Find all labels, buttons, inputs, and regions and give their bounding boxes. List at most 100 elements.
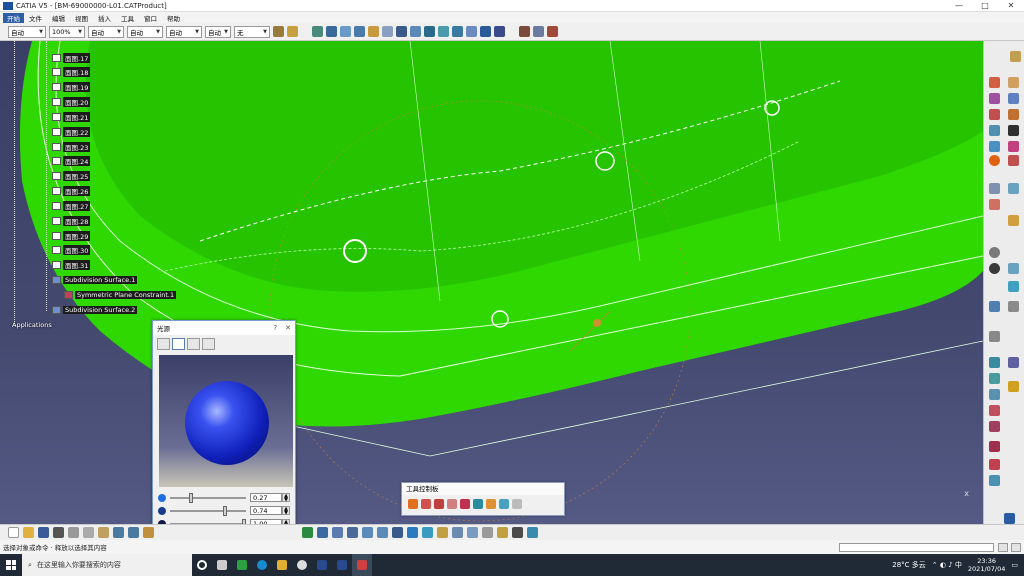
redo-icon[interactable] xyxy=(128,527,139,538)
groove-icon[interactable] xyxy=(1008,93,1019,104)
paste-icon[interactable] xyxy=(98,527,109,538)
measure-icon[interactable] xyxy=(482,527,493,538)
join-icon[interactable] xyxy=(452,26,463,37)
tree-item[interactable]: 面图.20 xyxy=(52,97,91,107)
normal-view-icon[interactable] xyxy=(392,527,403,538)
loft-icon[interactable] xyxy=(1008,125,1019,136)
command-button[interactable] xyxy=(1011,542,1021,552)
diffuse-value-field[interactable]: 0.74 xyxy=(250,506,282,515)
tree-item[interactable]: 面图.17 xyxy=(52,53,91,63)
3d-viewport[interactable]: 面图.17 面图.18 面图.19 面图.20 面图.21 面图.22 面图.2… xyxy=(0,41,983,524)
tab-spot-light[interactable] xyxy=(172,338,185,350)
palette-tool-icon[interactable] xyxy=(434,499,444,509)
new-file-icon[interactable] xyxy=(8,527,19,538)
scene-icon[interactable] xyxy=(989,405,1000,416)
palette-tool-icon[interactable] xyxy=(447,499,457,509)
format-painter-icon[interactable] xyxy=(287,26,298,37)
command-button[interactable] xyxy=(998,542,1008,552)
tree-item-constraint[interactable]: Symmetric Plane Constraint.1 xyxy=(64,290,177,300)
copy-icon[interactable] xyxy=(83,527,94,538)
fill-icon[interactable] xyxy=(354,26,365,37)
palette-tool-icon[interactable] xyxy=(499,499,509,509)
analysis-icon[interactable] xyxy=(519,26,530,37)
color-icon[interactable] xyxy=(989,357,1000,368)
save-icon[interactable] xyxy=(38,527,49,538)
turntable-icon[interactable] xyxy=(989,459,1000,470)
palette-tool-icon[interactable] xyxy=(408,499,418,509)
blend-icon[interactable] xyxy=(368,26,379,37)
catia-app-1[interactable] xyxy=(312,554,332,576)
undo-icon[interactable] xyxy=(113,527,124,538)
rotate-icon[interactable] xyxy=(989,247,1000,258)
zoom-icon[interactable] xyxy=(1008,263,1019,274)
light-preview[interactable] xyxy=(159,355,293,487)
rib-icon[interactable] xyxy=(1008,109,1019,120)
palette-tool-icon[interactable] xyxy=(512,499,522,509)
curvature-icon[interactable] xyxy=(547,26,558,37)
diffuse-spinner[interactable]: ▲ ▼ xyxy=(282,506,290,516)
line-thickness-combo[interactable]: 自动 ▼ xyxy=(88,25,124,38)
color-combo[interactable]: 自动 ▼ xyxy=(8,25,46,38)
rendering-style-combo[interactable]: 自动 ▼ xyxy=(205,25,231,38)
sweep-icon[interactable] xyxy=(340,26,351,37)
split-icon[interactable] xyxy=(424,26,435,37)
boundary-icon[interactable] xyxy=(480,26,491,37)
material-icon[interactable] xyxy=(989,373,1000,384)
clock[interactable]: 23:36 2021/07/04 xyxy=(968,557,1005,573)
fit-all-icon[interactable] xyxy=(317,527,328,538)
pocket-icon[interactable] xyxy=(1008,77,1019,88)
diffuse-slider-thumb[interactable] xyxy=(223,505,228,516)
ambient-spinner[interactable]: ▲ ▼ xyxy=(282,493,290,503)
shell-icon[interactable] xyxy=(989,183,1000,194)
fillet-icon[interactable] xyxy=(989,141,1000,152)
rotate-view-icon[interactable] xyxy=(347,527,358,538)
fly-mode-icon[interactable] xyxy=(302,527,313,538)
curve-icon[interactable] xyxy=(312,26,323,37)
menu-insert[interactable]: 插入 xyxy=(93,13,116,23)
chamfer-icon[interactable] xyxy=(1008,141,1019,152)
palette-tool-icon[interactable] xyxy=(473,499,483,509)
whats-this-icon[interactable] xyxy=(143,527,154,538)
surface-icon[interactable] xyxy=(326,26,337,37)
light-icon[interactable] xyxy=(1008,381,1019,392)
draft-analysis-icon[interactable] xyxy=(533,26,544,37)
measure-icon[interactable] xyxy=(989,301,1000,312)
maximize-button[interactable]: □ xyxy=(972,1,998,10)
tree-item-subdivision-2[interactable]: Subdivision Surface.2 xyxy=(52,305,138,315)
active-app[interactable] xyxy=(352,554,372,576)
tree-item[interactable]: 面图.22 xyxy=(52,127,91,137)
swap-space-icon[interactable] xyxy=(467,527,478,538)
hide-show-icon[interactable] xyxy=(452,527,463,538)
dialog-close-button[interactable]: ✕ xyxy=(285,324,291,332)
menu-view[interactable]: 视图 xyxy=(70,13,93,23)
tree-item-subdivision-1[interactable]: Subdivision Surface.1 xyxy=(52,275,138,285)
sphere-icon[interactable] xyxy=(989,155,1000,166)
line-type-combo[interactable]: 自动 ▼ xyxy=(127,25,163,38)
render-icon[interactable] xyxy=(527,527,538,538)
tree-item[interactable]: 面图.25 xyxy=(52,171,91,181)
iso-view-icon[interactable] xyxy=(422,527,433,538)
revolve-icon[interactable] xyxy=(410,26,421,37)
settings-app[interactable] xyxy=(292,554,312,576)
normal-view-icon[interactable] xyxy=(1008,281,1019,292)
heal-icon[interactable] xyxy=(466,26,477,37)
mirror-icon[interactable] xyxy=(989,199,1000,210)
catia-app-2[interactable] xyxy=(332,554,352,576)
start-button[interactable] xyxy=(0,554,22,576)
manipulator-center[interactable] xyxy=(593,319,601,327)
tab-directional-light[interactable] xyxy=(157,338,170,350)
pan-icon[interactable] xyxy=(332,527,343,538)
thickness-icon[interactable] xyxy=(1008,183,1019,194)
menu-file[interactable]: 文件 xyxy=(24,13,47,23)
tree-item[interactable]: 面图.23 xyxy=(52,142,91,152)
notification-icon[interactable]: ▭ xyxy=(1011,561,1018,569)
hole-icon[interactable] xyxy=(989,109,1000,120)
weather-widget[interactable]: 28°C 多云 xyxy=(892,560,926,570)
extrude-icon[interactable] xyxy=(396,26,407,37)
zoom-in-icon[interactable] xyxy=(362,527,373,538)
diffuse-slider-track[interactable] xyxy=(170,505,246,516)
tree-item[interactable]: 面图.19 xyxy=(52,82,91,92)
taskbar-search[interactable]: ⌕ 在这里输入你要搜索的内容 xyxy=(22,554,192,576)
camera-icon[interactable] xyxy=(989,421,1000,432)
multi-view-icon[interactable] xyxy=(407,527,418,538)
